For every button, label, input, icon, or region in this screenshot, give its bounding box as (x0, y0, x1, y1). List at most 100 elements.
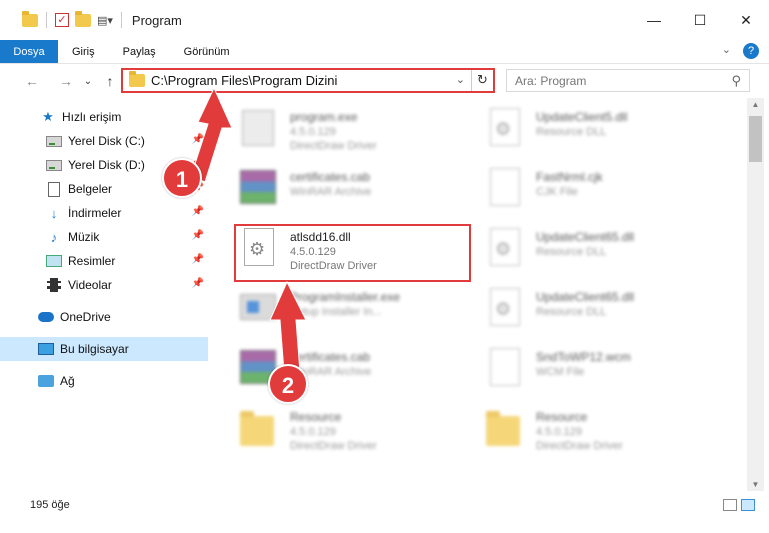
window-controls: — ☐ ✕ (631, 0, 769, 40)
videos-icon (47, 278, 61, 292)
close-button[interactable]: ✕ (723, 0, 769, 40)
file-name: ProgramInstaller.exe (290, 290, 401, 304)
file-item[interactable]: certificates.cab WinRAR Archive (236, 166, 476, 224)
tab-view[interactable]: Görünüm (170, 40, 244, 63)
minimize-button[interactable]: — (631, 0, 677, 40)
customize-toolbar-icon[interactable]: ▤▾ (97, 14, 113, 27)
music-icon: ♪ (50, 229, 58, 245)
search-icon[interactable]: ⚲ (731, 73, 741, 89)
sidebar-item-downloads[interactable]: ↓ İndirmeler 📌 (0, 201, 208, 225)
pin-icon[interactable]: 📌 (192, 278, 204, 289)
drive-icon (46, 159, 62, 171)
file-item[interactable]: program.exe 4.5.0.129 DirectDraw Driver (236, 106, 476, 164)
cloud-icon (38, 312, 54, 322)
file-detail: WCM File (536, 366, 585, 378)
search-box[interactable]: ⚲ (506, 69, 750, 92)
sidebar-item-network[interactable]: Ağ (0, 369, 208, 393)
folder-icon (486, 411, 520, 446)
dll-file-icon (490, 228, 520, 266)
refresh-button[interactable]: ↻ (471, 70, 493, 91)
sidebar-item-label: İndirmeler (68, 206, 122, 220)
tab-home[interactable]: Giriş (58, 40, 109, 63)
address-bar[interactable]: C:\Program Files\Program Dizini ⌄ ↻ (121, 68, 495, 93)
file-name: FastNrml.cjk (536, 170, 603, 184)
new-folder-icon[interactable] (75, 10, 91, 27)
computer-icon (38, 343, 54, 355)
file-item[interactable]: UpdateClient5.dll Resource DLL (482, 106, 722, 164)
sidebar-item-onedrive[interactable]: OneDrive (0, 305, 208, 329)
file-item[interactable]: UpdateClient65.dll Resource DLL (482, 286, 722, 344)
folder-item[interactable]: Resource 4.5.0.129 DirectDraw Driver (236, 406, 476, 464)
file-name: certificates.cab (290, 170, 371, 184)
toolbar-separator (46, 12, 47, 28)
tab-file[interactable]: Dosya (0, 40, 58, 63)
file-detail: WinRAR Archive (290, 186, 372, 198)
step-badge-1: 1 (162, 158, 202, 198)
file-name: UpdateClient65.dll (536, 230, 635, 244)
file-item[interactable]: ProgramInstaller.exe Setup Installer In.… (236, 286, 476, 344)
properties-icon[interactable]: ✓ (55, 13, 69, 27)
folder-icon (240, 411, 274, 446)
expand-ribbon-icon[interactable]: ⌄ (722, 43, 731, 59)
back-button[interactable]: ← (22, 73, 42, 89)
help-icon[interactable]: ? (743, 43, 759, 59)
pin-icon[interactable]: 📌 (192, 230, 204, 241)
sidebar-item-disk-c[interactable]: Yerel Disk (C:) 📌 (0, 129, 208, 153)
file-name: UpdateClient65.dll (536, 290, 635, 304)
maximize-button[interactable]: ☐ (677, 0, 723, 40)
file-item[interactable]: FastNrml.cjk CJK File (482, 166, 722, 224)
sidebar-item-pictures[interactable]: Resimler 📌 (0, 249, 208, 273)
sidebar-item-label: Bu bilgisayar (60, 342, 129, 356)
quick-access-toolbar: ✓ ▤▾ (0, 10, 124, 28)
download-icon: ↓ (50, 205, 58, 221)
ribbon-tabs: Dosya Giriş Paylaş Görünüm ⌄ ? (0, 40, 769, 64)
file-detail: DirectDraw Driver (536, 440, 623, 452)
drive-icon (46, 135, 62, 147)
dll-file-icon (490, 108, 520, 146)
status-bar: 195 öğe (0, 491, 769, 533)
recent-locations-button[interactable]: ⌄ (78, 76, 98, 87)
sidebar-item-quick-access[interactable]: ★ Hızlı erişim (0, 105, 208, 129)
sidebar-item-label: Ağ (60, 374, 75, 388)
star-icon: ★ (42, 109, 54, 124)
file-name: SndToWP12.wcm (536, 350, 631, 364)
details-view-button[interactable] (723, 499, 737, 511)
folder-icon[interactable] (22, 10, 38, 27)
sidebar-item-label: Yerel Disk (C:) (68, 134, 145, 148)
archive-file-icon (240, 170, 276, 204)
file-name: Resource (290, 410, 342, 424)
tab-share[interactable]: Paylaş (109, 40, 170, 63)
search-input[interactable] (515, 73, 715, 88)
vertical-scrollbar[interactable]: ▲ ▼ (747, 98, 764, 491)
scroll-down-arrow-icon[interactable]: ▼ (747, 480, 764, 489)
ribbon-right-controls: ⌄ ? (722, 43, 759, 59)
dll-file-icon (490, 288, 520, 326)
pin-icon[interactable]: 📌 (192, 134, 204, 145)
file-list: program.exe 4.5.0.129 DirectDraw Driver … (210, 98, 747, 491)
sidebar-item-this-pc[interactable]: Bu bilgisayar (0, 337, 208, 361)
folder-item[interactable]: Resource 4.5.0.129 DirectDraw Driver (482, 406, 722, 464)
pin-icon[interactable]: 📌 (192, 206, 204, 217)
scrollbar-thumb[interactable] (749, 116, 762, 162)
file-item[interactable]: UpdateClient65.dll Resource DLL (482, 226, 722, 284)
forward-button[interactable]: → (56, 73, 76, 89)
address-dropdown-icon[interactable]: ⌄ (456, 73, 465, 86)
address-path[interactable]: C:\Program Files\Program Dizini (151, 73, 337, 88)
title-bar: ✓ ▤▾ Program — ☐ ✕ (0, 0, 769, 40)
up-button[interactable]: ↑ (100, 73, 120, 89)
sidebar-item-label: Belgeler (68, 182, 113, 196)
file-highlight-box (234, 224, 471, 282)
file-name: UpdateClient5.dll (536, 110, 628, 124)
scroll-up-arrow-icon[interactable]: ▲ (747, 100, 764, 109)
pin-icon[interactable]: 📌 (192, 254, 204, 265)
generic-file-icon (490, 348, 520, 386)
sidebar-item-videos[interactable]: Videolar 📌 (0, 273, 208, 297)
sidebar-item-music[interactable]: ♪ Müzik 📌 (0, 225, 208, 249)
file-item[interactable]: SndToWP12.wcm WCM File (482, 346, 722, 404)
file-detail: 4.5.0.129 (290, 426, 336, 438)
file-detail: Resource DLL (536, 126, 607, 138)
sidebar-item-label: Videolar (68, 278, 112, 292)
window-title: Program (131, 12, 182, 28)
large-icons-view-button[interactable] (741, 499, 755, 511)
file-name: certificates.cab (290, 350, 371, 364)
